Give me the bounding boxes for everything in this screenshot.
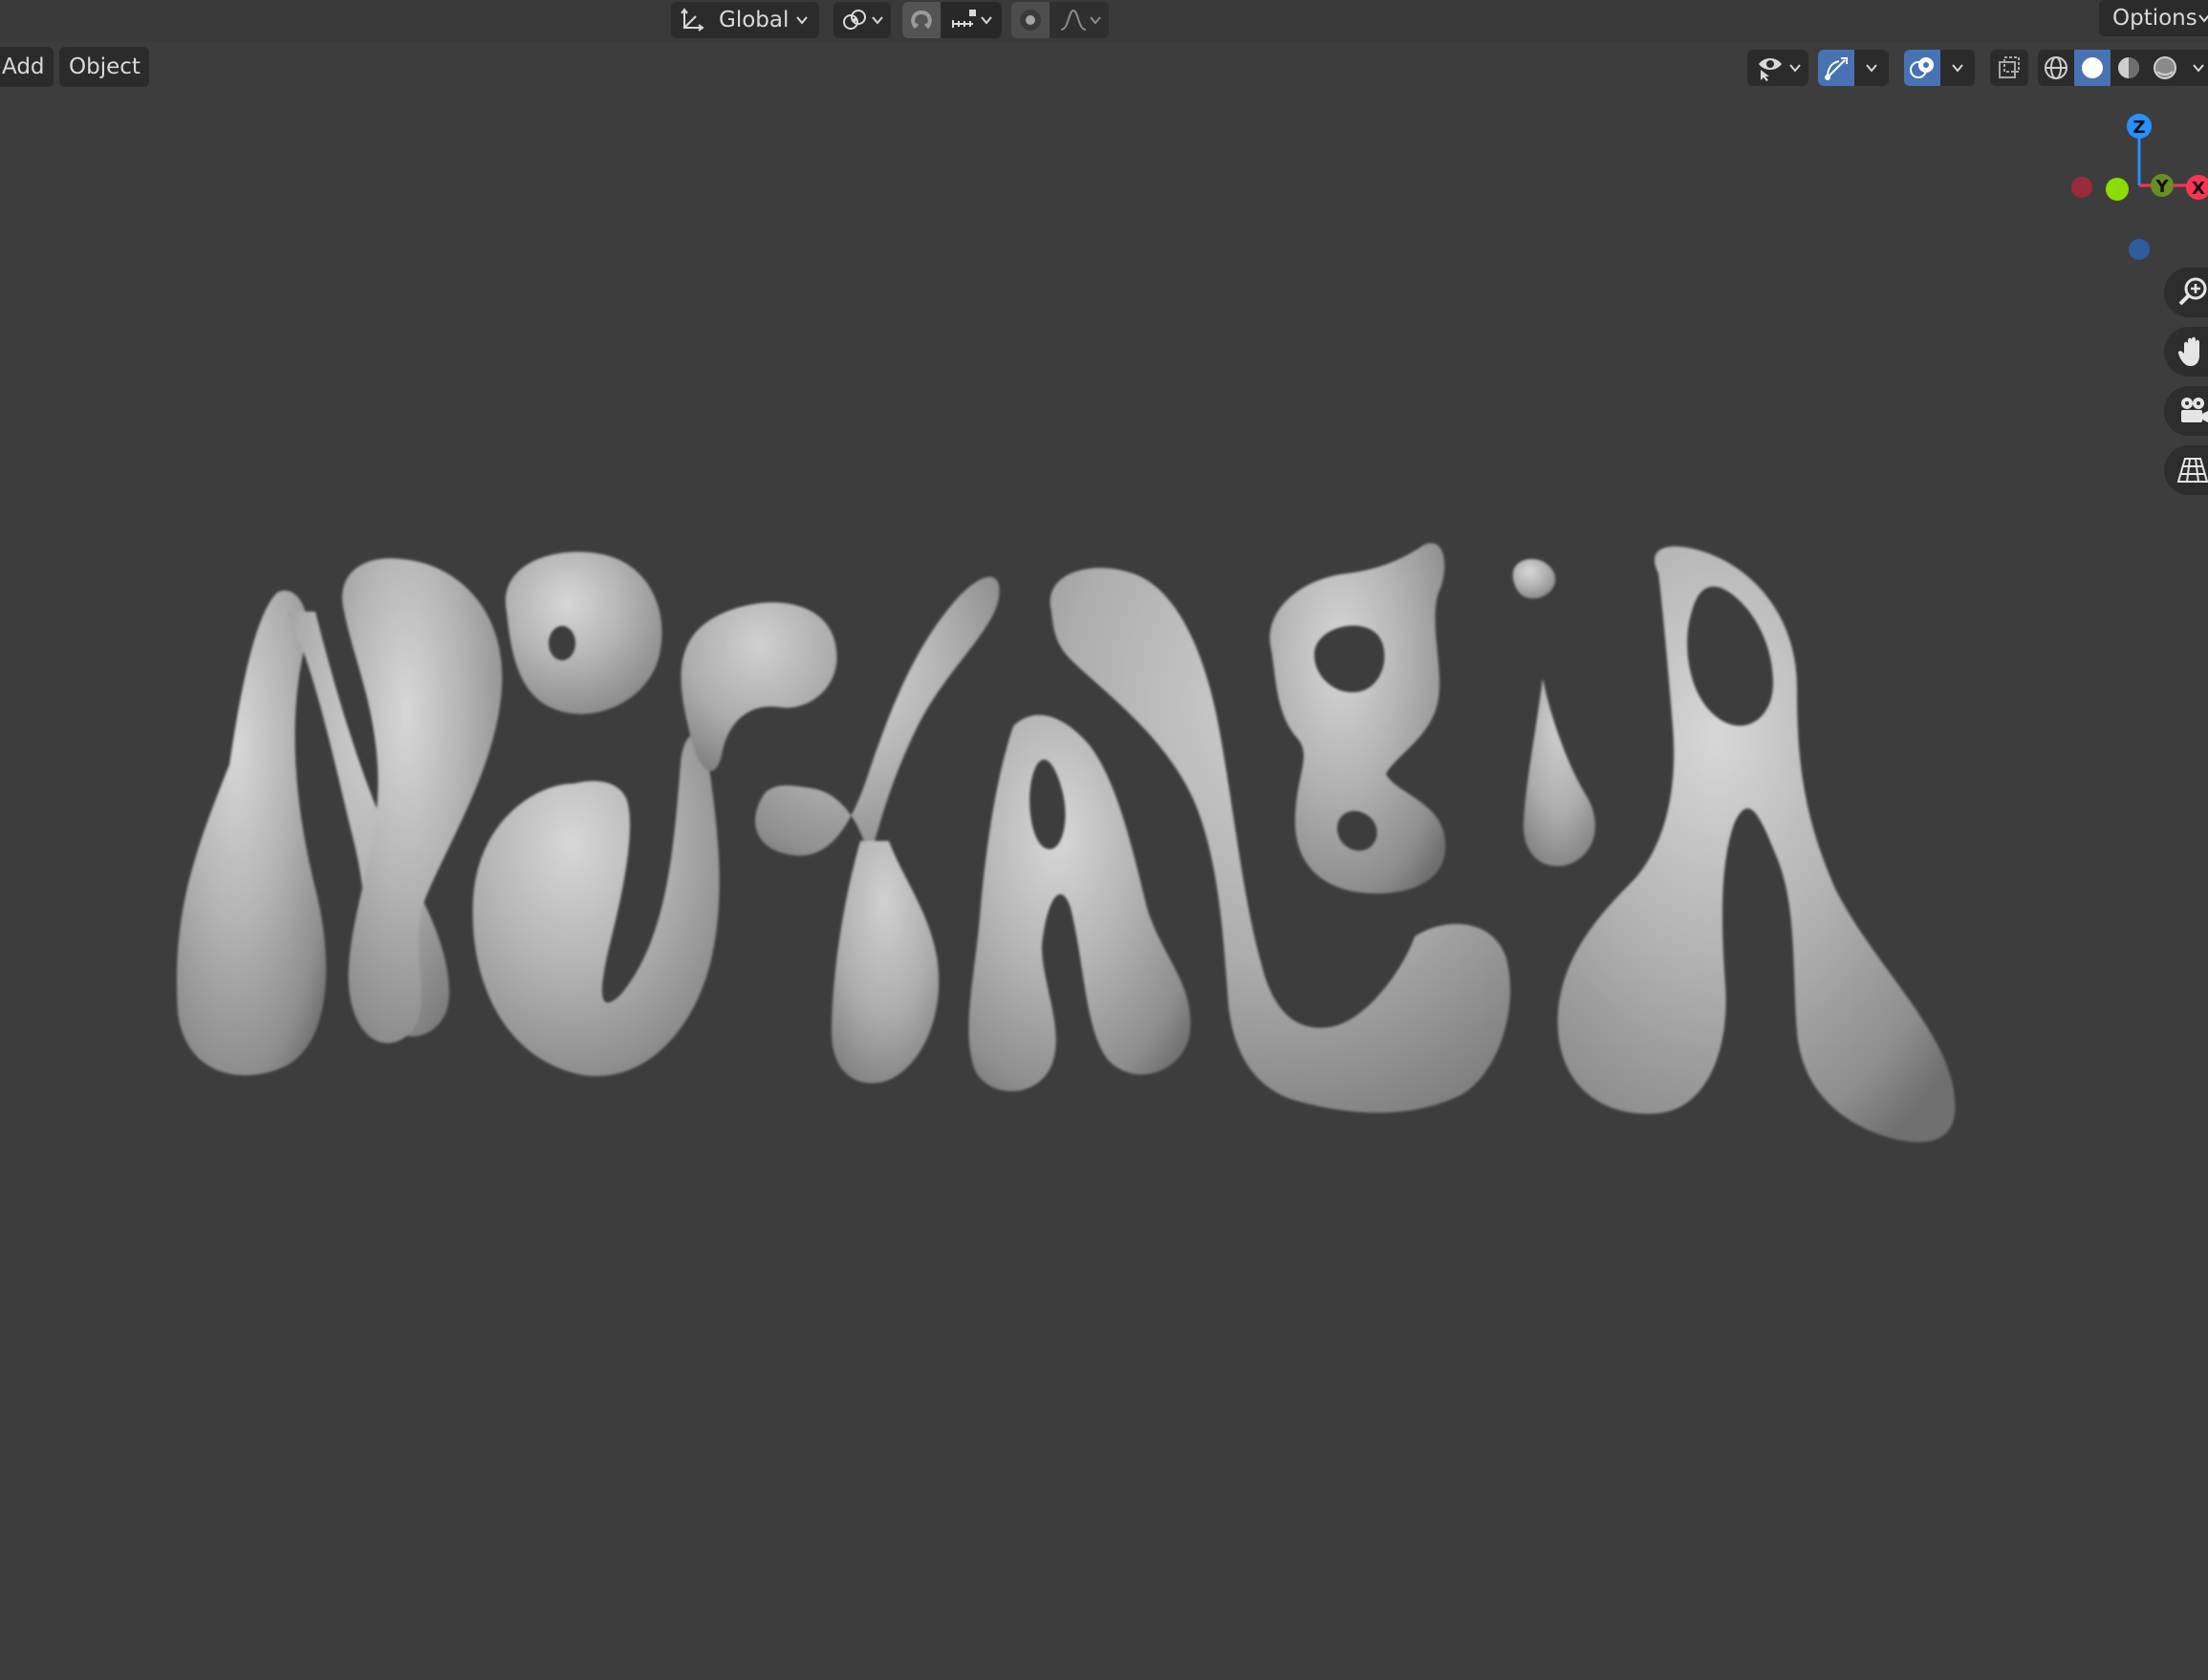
- xray-icon: [1996, 54, 2023, 81]
- zoom-view-button[interactable]: [2164, 268, 2208, 317]
- toggle-xray-button[interactable]: [1990, 50, 2028, 86]
- camera-icon: [2176, 394, 2208, 428]
- mesh-n-diagonal: [287, 612, 449, 1037]
- transform-orientation-icon: [679, 7, 705, 33]
- object-menu-label: Object: [69, 54, 141, 79]
- axis-neg-y-handle: [2106, 178, 2129, 201]
- chevron-down-icon[interactable]: [1950, 60, 1965, 75]
- gizmo-group: [1818, 50, 1889, 86]
- shading-wireframe-button[interactable]: [2038, 50, 2074, 86]
- axis-z-label: Z: [2132, 118, 2145, 138]
- snap-target-dropdown[interactable]: [944, 2, 1002, 38]
- mesh-s-bowl: [472, 734, 720, 1077]
- options-dropdown[interactable]: Options: [2099, 0, 2208, 36]
- mesh-n-right-drop: [342, 558, 503, 1044]
- chevron-down-icon: [979, 12, 994, 28]
- magnet-icon: [908, 7, 935, 33]
- chevron-down-icon: [794, 12, 810, 28]
- chevron-down-icon[interactable]: [2191, 60, 2206, 75]
- chevron-down-icon: [870, 12, 885, 28]
- proportional-edit-icon: [1017, 7, 1044, 33]
- mesh-a-small: [968, 715, 1191, 1091]
- mesh-s-top: [681, 602, 837, 771]
- proportional-edit-toggle[interactable]: [1011, 2, 1050, 38]
- gizmo-icon: [1822, 54, 1851, 82]
- wireframe-sphere-icon: [2043, 54, 2069, 81]
- transform-orientation-dropdown[interactable]: Global: [671, 2, 819, 38]
- pan-view-button[interactable]: [2164, 327, 2208, 377]
- mesh-object: [176, 543, 1956, 1143]
- transform-orientation-label: Global: [719, 8, 790, 32]
- viewport-shading-group: [2038, 50, 2208, 86]
- pivot-point-icon: [841, 7, 868, 33]
- add-menu[interactable]: Add: [0, 47, 54, 87]
- axis-neg-z-handle: [2129, 239, 2150, 260]
- shading-solid-button[interactable]: [2074, 50, 2111, 86]
- mesh-n-left-stem: [176, 591, 327, 1076]
- mesh-g: [1269, 543, 1446, 894]
- mesh-i-drip: [1523, 678, 1596, 867]
- axis-neg-x-handle: [2071, 177, 2092, 198]
- mesh-t-arm: [755, 576, 1000, 860]
- falloff-curve-icon: [1059, 7, 1088, 33]
- overlays-icon: [1908, 54, 1937, 82]
- snap-toggle-button[interactable]: [902, 2, 941, 38]
- proportional-editing-group: [1011, 2, 1109, 38]
- solid-sphere-icon: [2079, 54, 2106, 81]
- options-label: Options: [2112, 6, 2197, 31]
- chevron-down-icon: [2197, 11, 2208, 26]
- material-sphere-icon: [2115, 54, 2142, 81]
- show-overlays-toggle[interactable]: [1904, 50, 1940, 86]
- pivot-point-dropdown[interactable]: [833, 2, 891, 38]
- toggle-perspective-button[interactable]: [2164, 445, 2208, 495]
- viewport-scene: [176, 543, 1956, 1143]
- zoom-icon: [2176, 275, 2208, 310]
- blender-3d-viewport[interactable]: Global Options Add Object Y Z X: [0, 0, 2208, 1680]
- perspective-grid-icon: [2176, 453, 2208, 487]
- mesh-l: [1050, 568, 1510, 1113]
- mesh-t-stem: [832, 841, 940, 1084]
- axis-x-label: X: [2192, 179, 2205, 199]
- show-gizmo-toggle[interactable]: [1818, 50, 1854, 86]
- mesh-a-large: [1557, 546, 1956, 1143]
- overlays-group: [1904, 50, 1975, 86]
- header-toolbar: Global Options: [0, 0, 2208, 42]
- snapping-group: [902, 2, 1002, 38]
- snap-increment-icon: [950, 7, 979, 33]
- add-menu-label: Add: [2, 54, 45, 79]
- chevron-down-icon: [1088, 12, 1103, 28]
- selectability-visibility-dropdown[interactable]: [1747, 50, 1808, 86]
- object-menu[interactable]: Object: [59, 47, 149, 87]
- proportional-falloff-dropdown[interactable]: [1053, 2, 1109, 38]
- mesh-o-ring: [505, 551, 662, 715]
- shading-material-button[interactable]: [2111, 50, 2147, 86]
- hand-pan-icon: [2176, 334, 2208, 369]
- shading-rendered-button[interactable]: [2147, 50, 2183, 86]
- rendered-sphere-icon: [2152, 54, 2178, 81]
- chevron-down-icon[interactable]: [1864, 60, 1879, 75]
- camera-view-button[interactable]: [2164, 386, 2208, 436]
- eye-selectability-icon: [1755, 54, 1787, 81]
- navigation-gizmo[interactable]: Y Z X: [2055, 105, 2208, 268]
- mesh-i-dot: [1512, 559, 1556, 599]
- axis-y-label: Y: [2154, 177, 2169, 197]
- chevron-down-icon: [1787, 60, 1803, 75]
